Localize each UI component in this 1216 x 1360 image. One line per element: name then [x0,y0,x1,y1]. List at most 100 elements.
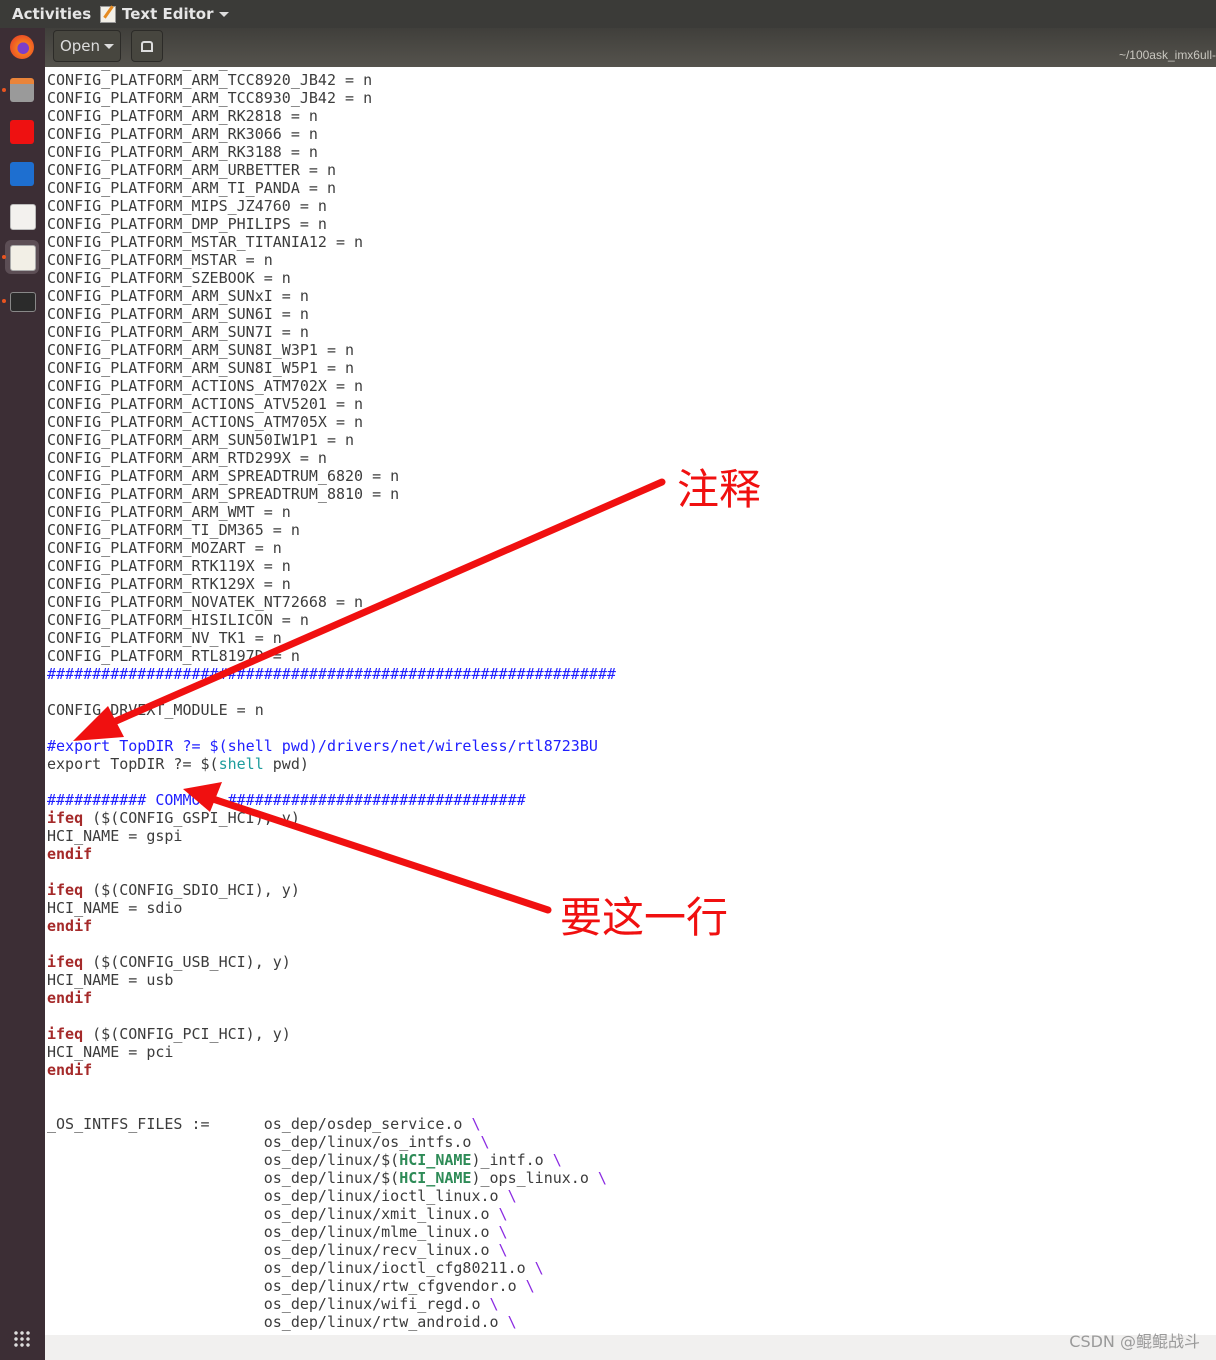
code-text: CONFIG_PLATFORM_HISILICON = n [47,611,309,629]
code-token-bs: \ [498,1223,508,1241]
code-line: CONFIG_PLATFORM_ARM_SPREADTRUM_6820 = n [47,467,616,485]
code-token-var: HCI_NAME [399,1151,472,1169]
code-text: CONFIG_PLATFORM_ARM_SPREADTRUM_6820 = n [47,467,400,485]
code-text: os_dep/linux/os_intfs.o [47,1133,481,1151]
code-text: HCI_NAME = sdio [47,899,183,917]
dock-firefox[interactable] [5,30,39,64]
code-line: HCI_NAME = sdio [47,899,616,917]
code-line: CONFIG_PLATFORM_HISILICON = n [47,611,616,629]
code-token-bs: \ [498,1241,508,1259]
code-line: CONFIG_DRVEXT_MODULE = n [47,701,616,719]
code-line: CONFIG_PLATFORM_ARM_RK2818 = n [47,107,616,125]
code-text: CONFIG_PLATFORM_NV_TK1 = n [47,629,282,647]
dock-calculator[interactable] [5,157,39,191]
code-line: export TopDIR ?= $(shell pwd) [47,755,616,773]
dock-terminal[interactable] [2,284,39,318]
code-token-bs: \ [525,1277,535,1295]
code-line: os_dep/linux/$(HCI_NAME)_ops_linux.o \ [47,1169,616,1187]
code-line: os_dep/linux/ioctl_linux.o \ [47,1187,616,1205]
code-text: export TopDIR ?= $( [47,755,219,773]
new-document-button[interactable] [131,30,163,62]
code-token-bs: \ [471,1115,481,1133]
app-name: Text Editor [122,5,214,23]
dock-files[interactable] [2,73,39,107]
code-text: )_ops_linux.o [471,1169,598,1187]
dock-text-editor[interactable] [2,240,39,274]
file-path: ~/100ask_imx6ull- [1118,48,1216,62]
text-editor-icon [100,5,116,23]
running-indicator [2,299,6,303]
code-text: CONFIG_PLATFORM_ARM_TCC8920_JB42 = n [47,71,373,89]
code-line: CONFIG_PLATFORM_ARM_SUN50IW1P1 = n [47,431,616,449]
code-text: os_dep/linux/$( [47,1151,400,1169]
code-line: CONFIG_PLATFORM_NOVATEK_NT72668 = n [47,593,616,611]
code-line: os_dep/linux/$(HCI_NAME)_intf.o \ [47,1151,616,1169]
open-button[interactable]: Open [53,30,121,62]
activities-button[interactable]: Activities [12,5,91,23]
running-indicator [2,88,6,92]
code-text: )_intf.o [471,1151,553,1169]
code-line: ifeq ($(CONFIG_SDIO_HCI), y) [47,881,616,899]
code-text: CONFIG_PLATFORM_ACTIONS_ATV5201 = n [47,395,364,413]
system-top-bar: Activities Text Editor [0,0,1216,28]
code-text: os_dep/linux/wifi_regd.o [47,1295,490,1313]
editor-header-bar: Open ~/100ask_imx6ull- [45,28,1216,67]
show-applications-icon[interactable] [13,1330,31,1348]
code-line: endif [47,1061,616,1079]
code-line: CONFIG_PLATFORM_RTK119X = n [47,557,616,575]
code-text: CONFIG_PLATFORM_RTL8197D = n [47,647,300,665]
chevron-down-icon [104,43,115,49]
code-line: HCI_NAME = gspi [47,827,616,845]
code-line: os_dep/linux/rtw_cfgvendor.o \ [47,1277,616,1295]
code-token-kw: ifeq [47,809,84,827]
running-indicator [2,255,6,259]
code-line: endif [47,989,616,1007]
code-line: CONFIG_PLATFORM_ARM_SPREADTRUM_8810 = n [47,485,616,503]
code-text: CONFIG_PLATFORM_ARM_SPREADTRUM_8810 = n [47,485,400,503]
code-token-cm: #export TopDIR ?= $(shell pwd)/drivers/n… [47,737,598,755]
code-text: os_dep/linux/mlme_linux.o [47,1223,499,1241]
code-line: CONFIG_PLATFORM_ARM_WMT = n [47,503,616,521]
code-text: CONFIG_DRVEXT_MODULE = n [47,701,264,719]
code-text: CONFIG_PLATFORM_ARM_SUN6I = n [47,305,309,323]
code-token-bs: \ [498,1205,508,1223]
dock [0,28,45,1360]
watermark: CSDN @鲲鲲战斗 [1069,1332,1200,1351]
terminal-icon [10,292,36,312]
code-text: CONFIG_PLATFORM_MSTAR_TITANIA12 = n [47,233,364,251]
code-line: CONFIG_PLATFORM_RTK129X = n [47,575,616,593]
chevron-down-icon [219,11,230,17]
code-token-bs: \ [534,1259,544,1277]
code-line: CONFIG_PLATFORM_ARM_RTD299X = n [47,449,616,467]
code-text: os_dep/linux/rtw_android.o [47,1313,508,1331]
code-text: CONFIG_PLATFORM_ARM_SUN8I_W5P1 = n [47,359,355,377]
document-viewer-icon [10,204,36,230]
app-menu[interactable]: Text Editor [100,5,230,23]
code-text: ($(CONFIG_GSPI_HCI), y) [83,809,300,827]
code-token-var: HCI_NAME [399,1169,472,1187]
text-editor-area[interactable]: CONFIG_PLATFORM_ARM_TCC8920 = nCONFIG_PL… [45,67,1216,1335]
code-line: CONFIG_PLATFORM_SZEBOOK = n [47,269,616,287]
code-text: CONFIG_PLATFORM_RTK119X = n [47,557,291,575]
code-line: os_dep/linux/mlme_linux.o \ [47,1223,616,1241]
code-token-fn: shell [218,755,264,773]
code-line: HCI_NAME = pci [47,1043,616,1061]
dock-red-app[interactable] [5,115,39,149]
code-line: ########### COMMON #####################… [47,791,616,809]
code-text: HCI_NAME = usb [47,971,174,989]
dock-document-viewer[interactable] [5,199,39,233]
code-token-kw: endif [47,1061,93,1079]
code-text: CONFIG_PLATFORM_ARM_SUNxI = n [47,287,309,305]
code-line: os_dep/linux/os_intfs.o \ [47,1133,616,1151]
code-token-kw: ifeq [47,953,84,971]
annotation-note-keep-line: 要这一行 [560,893,729,942]
code-text: os_dep/linux/xmit_linux.o [47,1205,499,1223]
code-text: pwd) [263,755,309,773]
code-line: CONFIG_PLATFORM_MIPS_JZ4760 = n [47,197,616,215]
app-red-icon [10,120,34,144]
code-token-bs: \ [507,1313,517,1331]
